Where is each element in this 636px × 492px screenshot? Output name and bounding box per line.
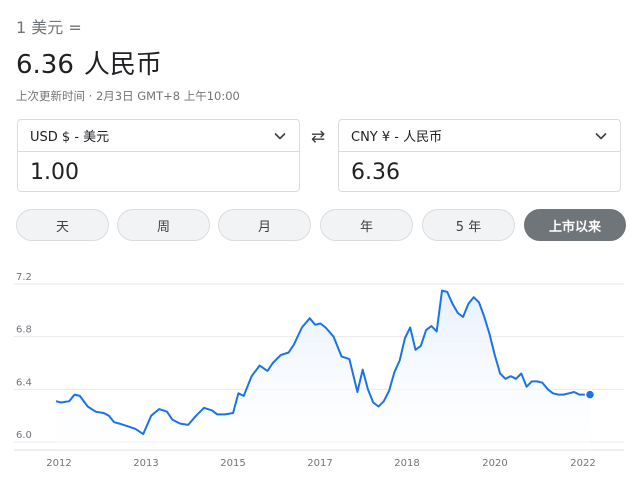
y-tick-label: 6.0 xyxy=(16,430,32,441)
y-tick-label: 6.4 xyxy=(16,377,32,388)
tab-day[interactable]: 天 xyxy=(16,209,109,241)
x-tick-label: 2018 xyxy=(394,458,419,469)
to-currency-label: CNY ¥ - 人民币 xyxy=(351,130,443,145)
target-currency-name: 人民币 xyxy=(83,50,162,80)
current-point-marker xyxy=(584,389,596,400)
to-amount-input[interactable]: 6.36 xyxy=(339,152,620,192)
y-tick-label: 7.2 xyxy=(16,272,32,283)
tab-since-launch[interactable]: 上市以来 xyxy=(524,209,626,241)
chevron-down-icon xyxy=(595,132,607,140)
from-currency-select[interactable]: USD $ - 美元 xyxy=(18,120,299,152)
x-tick-label: 2015 xyxy=(220,458,245,469)
tab-month[interactable]: 月 xyxy=(218,209,311,241)
last-updated-text: 上次更新时间 · 2月3日 GMT+8 上午10:00 xyxy=(16,89,240,103)
tab-5-years[interactable]: 5 年 xyxy=(422,209,515,241)
to-currency-converter: CNY ¥ - 人民币 6.36 xyxy=(338,119,621,192)
x-tick-label: 2013 xyxy=(133,458,158,469)
x-tick-label: 2022 xyxy=(570,458,595,469)
time-range-tabs: 天 周 月 年 5 年 上市以来 xyxy=(16,209,626,241)
y-tick-label: 6.8 xyxy=(16,325,32,336)
base-amount-label: 1 美元 = xyxy=(16,18,82,37)
from-currency-label: USD $ - 美元 xyxy=(30,130,110,145)
tab-week[interactable]: 周 xyxy=(117,209,210,241)
series-area xyxy=(56,290,590,450)
from-amount-input[interactable]: 1.00 xyxy=(18,152,299,192)
to-currency-select[interactable]: CNY ¥ - 人民币 xyxy=(339,120,620,152)
swap-icon[interactable]: ⇄ xyxy=(307,126,329,148)
from-currency-converter: USD $ - 美元 1.00 xyxy=(17,119,300,192)
chevron-down-icon xyxy=(274,132,286,140)
x-tick-label: 2017 xyxy=(307,458,332,469)
exchange-rate-chart: 7.2 6.8 6.4 6.0 2012 2013 2015 2017 2018 2020 2022 xyxy=(14,272,624,469)
converted-amount: 6.36 xyxy=(16,50,74,80)
tab-year[interactable]: 年 xyxy=(320,209,413,241)
x-tick-label: 2012 xyxy=(46,458,71,469)
x-tick-label: 2020 xyxy=(482,458,507,469)
converted-rate-heading: 6.36 人民币 xyxy=(16,44,162,81)
